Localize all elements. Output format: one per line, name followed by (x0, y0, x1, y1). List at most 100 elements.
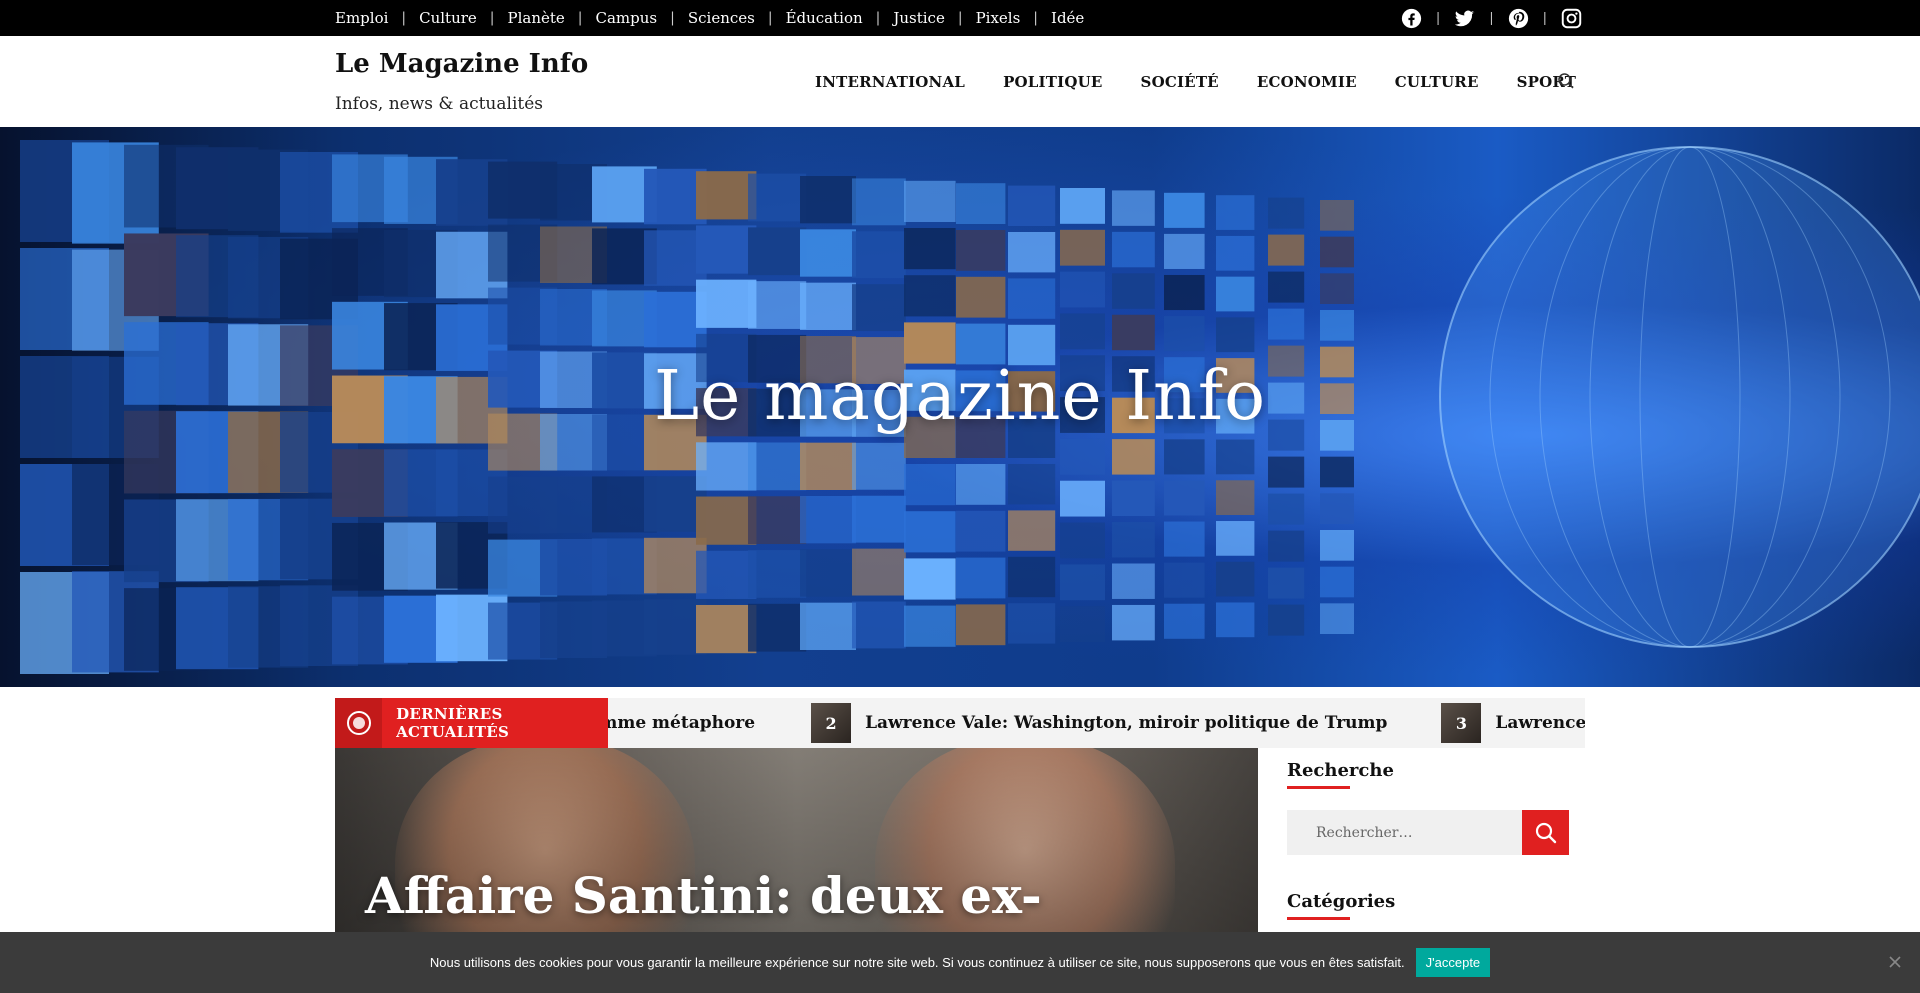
separator: | (875, 10, 881, 26)
hero-screen-tile (1320, 566, 1354, 598)
separator: | (1033, 10, 1039, 26)
hero-screen-tile (748, 603, 807, 652)
ticker-item[interactable]: Lawrence Vale: Washingto (1495, 713, 1585, 733)
hero-screen-tile (800, 176, 856, 224)
close-icon[interactable] (1887, 954, 1903, 970)
top-link-culture[interactable]: Culture (419, 9, 477, 27)
facebook-icon[interactable] (1401, 8, 1422, 29)
hero-screen-tile (696, 604, 757, 654)
hero-screen-tile (1008, 603, 1056, 644)
hero-screen-tile (1112, 522, 1155, 558)
top-link-idee[interactable]: Idée (1051, 9, 1084, 27)
hero-screen-tile (1268, 456, 1305, 488)
nav-economie[interactable]: ECONOMIE (1257, 73, 1357, 91)
hero-screen-tile (1320, 310, 1354, 341)
hero-screen-tile (1216, 195, 1255, 230)
hero-screen-tile (904, 180, 956, 222)
ticker-thumbnail[interactable]: 3 (1441, 703, 1482, 743)
search-widget-heading: Recherche (1287, 760, 1394, 789)
cookie-accept-button[interactable]: J'accepte (1415, 948, 1491, 977)
top-link-education[interactable]: Éducation (786, 9, 863, 27)
featured-article-title[interactable]: Affaire Santini: deux ex- (365, 866, 1042, 925)
hero-screen-tile (1216, 521, 1255, 556)
hero-screen-tile (1008, 232, 1056, 273)
hero-screen-tile (1164, 603, 1205, 639)
hero-screen-tile (1164, 233, 1205, 269)
nav-societe[interactable]: SOCIÉTÉ (1141, 73, 1219, 91)
hero-screen-tile (1320, 530, 1354, 561)
hero-screen-tile (1216, 235, 1255, 271)
hero-screen-tile (696, 279, 757, 328)
hero-screen-tile (1268, 493, 1305, 525)
categories-heading-text: Catégories (1287, 891, 1396, 912)
hero-screen-tile (1216, 602, 1255, 638)
hero-screen-tile (956, 604, 1006, 646)
separator: | (1435, 10, 1441, 26)
instagram-icon[interactable] (1561, 8, 1582, 29)
hero-screen-tile (1320, 236, 1354, 268)
ticker-thumbnail[interactable]: 2 (811, 703, 852, 743)
hero-screen-tile (1008, 556, 1056, 598)
hero-screen-tile (1060, 564, 1105, 601)
top-bar: Emploi | Culture | Planète | Campus | Sc… (0, 0, 1920, 36)
pinterest-icon[interactable] (1508, 8, 1529, 29)
hero-screen-tile (1008, 278, 1056, 319)
live-icon (346, 711, 371, 735)
nav-international[interactable]: INTERNATIONAL (815, 73, 965, 91)
ticker-item[interactable]: omme métaphore (588, 713, 755, 733)
hero-screen-tile (800, 282, 856, 330)
hero-screen-tile (904, 605, 956, 647)
hero-screen-tile (1112, 563, 1155, 599)
hero-screen-tile (748, 227, 807, 276)
hero-screen-tile (748, 173, 807, 222)
search-heading-text: Recherche (1287, 760, 1394, 781)
ticker-item[interactable]: Lawrence Vale: Washington, miroir politi… (865, 713, 1387, 733)
separator: | (401, 10, 407, 26)
site-tagline: Infos, news & actualités (335, 94, 544, 114)
hero-screen-tile (904, 511, 956, 553)
hero-screen-tile (1216, 480, 1255, 516)
hero-screen-tile (1216, 276, 1255, 312)
hero-screen-tile (1164, 521, 1205, 557)
hero-screen-tile (696, 442, 757, 491)
separator: | (577, 10, 583, 26)
hero-screen-tile (1112, 604, 1155, 641)
nav-politique[interactable]: POLITIQUE (1003, 73, 1102, 91)
top-link-emploi[interactable]: Emploi (335, 9, 388, 27)
hero-screen-tile (800, 496, 856, 544)
hero-screen-tile (1112, 314, 1155, 351)
top-link-sciences[interactable]: Sciences (688, 9, 755, 27)
hero-screen-tile (1164, 192, 1205, 228)
hero-title: Le magazine Info (653, 357, 1267, 436)
hero-screen-tile (696, 496, 757, 545)
hero-screen-tile (852, 548, 906, 596)
nav-culture[interactable]: CULTURE (1395, 73, 1479, 91)
hero-screen-tile (1268, 530, 1305, 562)
top-link-justice[interactable]: Justice (893, 9, 944, 27)
site-title[interactable]: Le Magazine Info (335, 49, 588, 79)
top-link-campus[interactable]: Campus (596, 9, 658, 27)
search-input[interactable] (1287, 810, 1522, 855)
top-link-pixels[interactable]: Pixels (976, 9, 1021, 27)
hero-screen-tile (1268, 197, 1305, 229)
hero-screen-tile (800, 549, 856, 597)
separator: | (1542, 10, 1547, 26)
hero-screen-tile (696, 550, 757, 599)
hero-screen-tile (1216, 561, 1255, 597)
hero-screen-tile (1060, 480, 1105, 517)
hero-screen-tile (852, 442, 906, 490)
search-submit-button[interactable] (1522, 810, 1569, 855)
hero-screen-tile (748, 281, 807, 329)
search-icon[interactable] (1557, 72, 1575, 90)
hero-screen-tile (1008, 464, 1056, 505)
hero-screen-tile (904, 464, 956, 506)
top-link-planete[interactable]: Planète (508, 9, 565, 27)
hero-screen-tile (1060, 313, 1105, 350)
hero-screen-tile (1164, 480, 1205, 516)
hero-screen-tile (1164, 439, 1205, 475)
hero-screen-tile (800, 229, 856, 277)
hero-screen-tile (852, 231, 906, 279)
twitter-icon[interactable] (1454, 8, 1475, 29)
separator: | (489, 10, 495, 26)
hero-screen-tile (1008, 185, 1056, 226)
